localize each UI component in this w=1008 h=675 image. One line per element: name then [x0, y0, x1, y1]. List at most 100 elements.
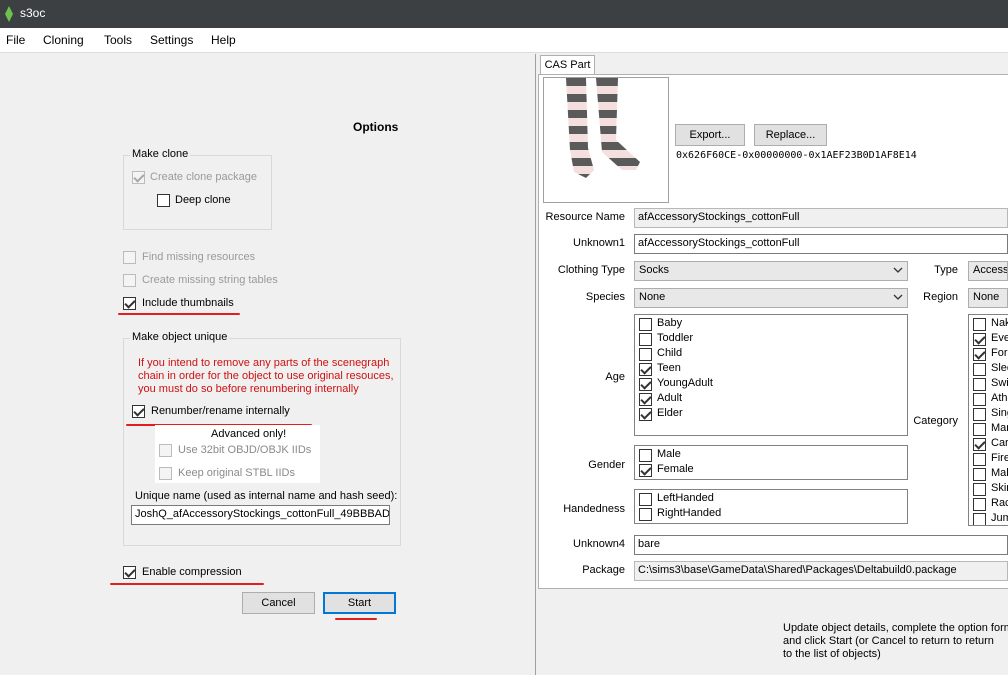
- enable-compression-checkbox[interactable]: [123, 566, 136, 579]
- age-checkbox[interactable]: [639, 348, 652, 361]
- warning-text: If you intend to remove any parts of the…: [138, 357, 390, 369]
- handedness-checkbox[interactable]: [639, 508, 652, 521]
- type-label: Type: [934, 264, 958, 276]
- resource-name-input[interactable]: afAccessoryStockings_cottonFull: [634, 208, 1008, 228]
- warning-text: you must do so before renumbering intern…: [138, 383, 359, 395]
- tab-cas-part[interactable]: CAS Part: [540, 55, 595, 75]
- unique-name-label: Unique name (used as internal name and h…: [135, 490, 398, 502]
- category-list: Nak Eve Forr Slee Swi Athl Sing Mar Care…: [968, 314, 1008, 526]
- hint-text: to the list of objects): [783, 648, 881, 660]
- type-dropdown[interactable]: Access: [968, 261, 1008, 281]
- species-label: Species: [585, 291, 625, 303]
- category-checkbox[interactable]: [973, 468, 986, 481]
- clothing-type-value: Socks: [639, 264, 669, 276]
- age-checkbox[interactable]: [639, 378, 652, 391]
- age-checkbox[interactable]: [639, 363, 652, 376]
- category-checkbox[interactable]: [973, 483, 986, 496]
- unknown1-label: Unknown1: [573, 237, 625, 249]
- menu-cloning[interactable]: Cloning: [43, 33, 84, 47]
- hint-text: Update object details, complete the opti…: [783, 622, 1008, 634]
- resource-name-label: Resource Name: [545, 211, 625, 223]
- window-title: s3oc: [20, 6, 46, 20]
- chevron-down-icon: [893, 267, 903, 273]
- region-dropdown[interactable]: None: [968, 288, 1008, 308]
- deep-clone-label: Deep clone: [175, 194, 231, 206]
- keep-stbl-label: Keep original STBL IIDs: [178, 467, 295, 479]
- category-checkbox[interactable]: [973, 378, 986, 391]
- deep-clone-checkbox[interactable]: [157, 194, 170, 207]
- unknown1-input[interactable]: afAccessoryStockings_cottonFull: [634, 234, 1008, 254]
- menu-help[interactable]: Help: [211, 33, 236, 47]
- handedness-label: Handedness: [563, 503, 625, 515]
- make-unique-title: Make object unique: [130, 331, 230, 343]
- create-clone-package-checkbox[interactable]: [132, 171, 145, 184]
- category-checkbox[interactable]: [973, 438, 986, 451]
- advanced-only-label: Advanced only!: [211, 428, 287, 440]
- package-label: Package: [582, 564, 625, 576]
- menu-bar: File Cloning Tools Settings Help: [0, 28, 1008, 53]
- app-icon: [5, 6, 13, 22]
- category-checkbox[interactable]: [973, 363, 986, 376]
- region-value: None: [973, 291, 1000, 303]
- category-checkbox[interactable]: [973, 408, 986, 421]
- category-label: Category: [913, 415, 958, 427]
- age-label: Age: [605, 371, 625, 383]
- age-list: Baby Toddler Child Teen YoungAdult Adult…: [634, 314, 908, 436]
- options-heading: Options: [353, 120, 399, 134]
- menu-tools[interactable]: Tools: [104, 33, 132, 47]
- title-bar: s3oc: [0, 0, 1008, 28]
- stockings-thumbnail: [566, 78, 640, 178]
- gender-list: Male Female: [634, 445, 908, 480]
- category-checkbox[interactable]: [973, 498, 986, 511]
- annotation-underline: [335, 618, 377, 620]
- menu-file[interactable]: File: [6, 33, 25, 47]
- handedness-checkbox[interactable]: [639, 493, 652, 506]
- category-checkbox[interactable]: [973, 318, 986, 331]
- age-checkbox[interactable]: [639, 333, 652, 346]
- gender-checkbox[interactable]: [639, 449, 652, 462]
- renumber-label: Renumber/rename internally: [151, 405, 290, 417]
- annotation-underline: [110, 583, 264, 585]
- category-checkbox[interactable]: [973, 513, 986, 525]
- category-checkbox[interactable]: [973, 423, 986, 436]
- unknown4-input[interactable]: bare: [634, 535, 1008, 555]
- category-checkbox[interactable]: [973, 333, 986, 346]
- type-value: Access: [973, 264, 1008, 276]
- age-checkbox[interactable]: [639, 393, 652, 406]
- keep-stbl-checkbox[interactable]: [159, 467, 172, 480]
- export-button[interactable]: Export...: [675, 124, 745, 146]
- category-checkbox[interactable]: [973, 348, 986, 361]
- cancel-button[interactable]: Cancel: [242, 592, 315, 614]
- handedness-list: LeftHanded RightHanded: [634, 489, 908, 524]
- create-missing-string-tables-checkbox[interactable]: [123, 274, 136, 287]
- create-missing-string-tables-label: Create missing string tables: [142, 274, 278, 286]
- hint-text: and click Start (or Cancel to return to …: [783, 635, 994, 647]
- package-path: C:\sims3\base\GameData\Shared\Packages\D…: [634, 561, 1008, 581]
- clothing-type-dropdown[interactable]: Socks: [634, 261, 908, 281]
- start-button[interactable]: Start: [323, 592, 396, 614]
- use-32bit-checkbox[interactable]: [159, 444, 172, 457]
- find-missing-resources-label: Find missing resources: [142, 251, 256, 263]
- unique-name-input[interactable]: JoshQ_afAccessoryStockings_cottonFull_49…: [131, 505, 390, 525]
- age-checkbox[interactable]: [639, 318, 652, 331]
- species-value: None: [639, 291, 666, 303]
- include-thumbnails-checkbox[interactable]: [123, 297, 136, 310]
- category-checkbox[interactable]: [973, 393, 986, 406]
- category-checkbox[interactable]: [973, 453, 986, 466]
- gender-label: Gender: [588, 459, 625, 471]
- chevron-down-icon: [893, 294, 903, 300]
- renumber-checkbox[interactable]: [132, 405, 145, 418]
- replace-button[interactable]: Replace...: [754, 124, 827, 146]
- use-32bit-label: Use 32bit OBJD/OBJK IIDs: [178, 444, 312, 456]
- create-clone-package-label: Create clone package: [150, 171, 258, 183]
- find-missing-resources-checkbox[interactable]: [123, 251, 136, 264]
- age-checkbox[interactable]: [639, 408, 652, 421]
- make-clone-title: Make clone: [130, 148, 191, 160]
- menu-settings[interactable]: Settings: [150, 33, 193, 47]
- enable-compression-label: Enable compression: [142, 566, 242, 578]
- include-thumbnails-label: Include thumbnails: [142, 297, 234, 309]
- annotation-underline: [118, 313, 240, 315]
- gender-checkbox[interactable]: [639, 464, 652, 477]
- region-label: Region: [923, 291, 958, 303]
- species-dropdown[interactable]: None: [634, 288, 908, 308]
